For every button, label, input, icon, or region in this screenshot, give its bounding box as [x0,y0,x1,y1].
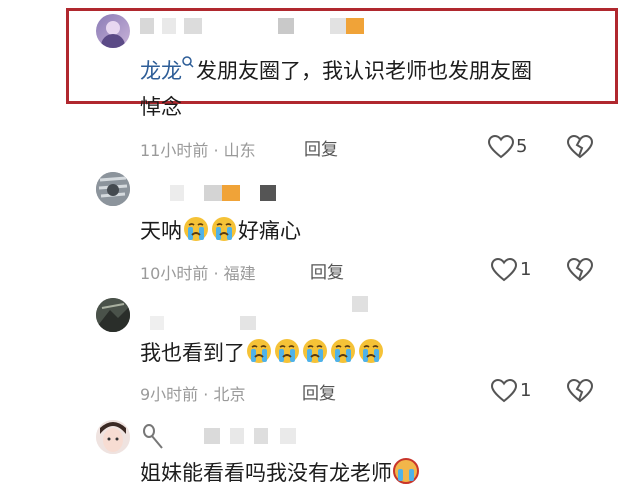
mention-link[interactable]: 龙龙 [140,59,182,83]
username-blurred[interactable] [140,185,280,203]
avatar[interactable] [96,420,130,454]
username-blurred[interactable] [140,18,380,36]
reply-button[interactable]: 回复 [304,135,338,160]
reply-button[interactable]: 回复 [310,258,344,283]
location: 北京 [213,385,246,404]
comment-text: 我也看到了 [140,338,385,368]
reply-button[interactable]: 回复 [302,379,336,404]
spoon-icon [143,424,163,449]
crying-face-emoji [275,339,299,363]
crying-face-emoji [303,339,327,363]
like-count: 5 [516,136,528,157]
username-blurred[interactable] [200,428,310,446]
heart-outline-icon[interactable] [487,134,515,160]
comment-text-line2: 悼念 [140,95,182,119]
heart-outline-icon[interactable] [490,378,518,404]
comment-meta: 10小时前 · 福建 [140,264,256,283]
location: 福建 [223,264,256,283]
comment-meta: 9小时前 · 北京 [140,385,246,404]
crying-face-emoji [359,339,383,363]
broken-heart-icon[interactable] [566,134,594,160]
heart-outline-icon[interactable] [490,257,518,283]
avatar[interactable] [96,172,130,206]
broken-heart-icon[interactable] [566,257,594,283]
crying-face-emoji [212,217,236,241]
crying-face-emoji [331,339,355,363]
timestamp: 11小时前 [140,141,209,160]
broken-heart-icon[interactable] [566,378,594,404]
username-blurred[interactable] [140,296,380,330]
comment-text: 姐妹能看看吗我没有龙老师 [140,458,420,488]
avatar[interactable] [96,298,130,332]
comment-text: 天呐 好痛心 [140,216,301,246]
search-icon[interactable] [182,56,194,70]
comment-text: 龙龙 发朋友圈了，我认识老师也发朋友圈 [140,56,532,86]
timestamp: 10小时前 [140,264,209,283]
location: 山东 [223,141,256,160]
crying-face-emoji [184,217,208,241]
avatar[interactable] [96,14,130,48]
comment-meta: 11小时前 · 山东 [140,141,256,160]
like-count: 1 [520,380,532,401]
crying-face-emoji [393,458,419,484]
like-count: 1 [520,259,532,280]
crying-face-emoji [247,339,271,363]
timestamp: 9小时前 [140,385,199,404]
